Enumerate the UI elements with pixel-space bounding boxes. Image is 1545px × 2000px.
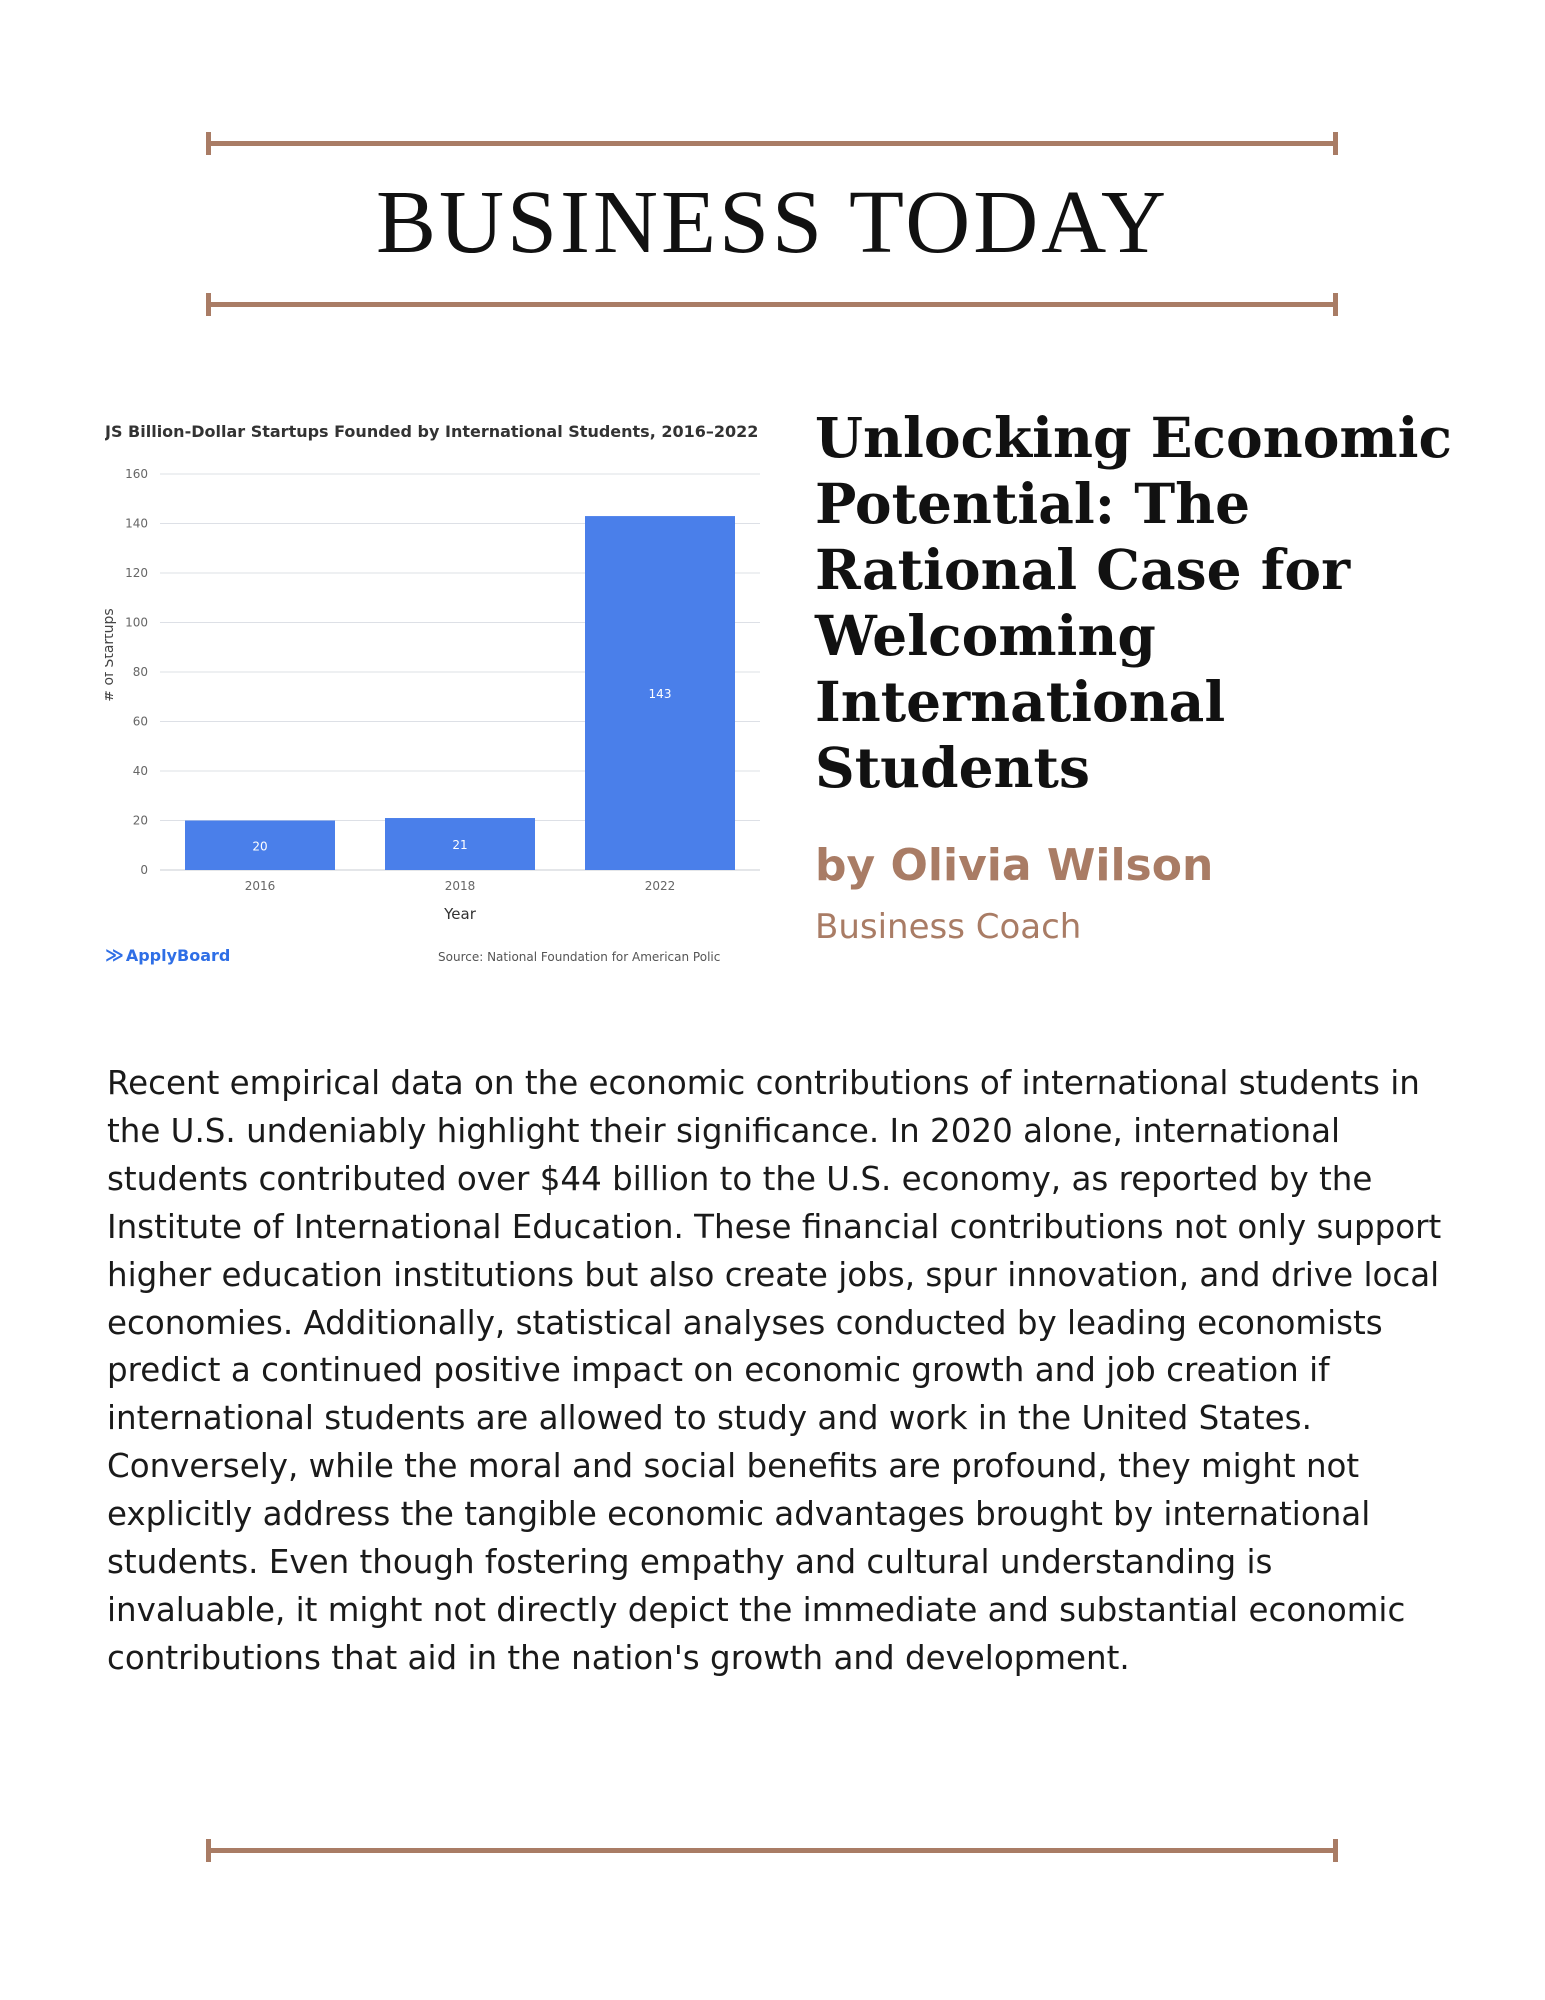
masthead-divider <box>206 293 1338 316</box>
chart-y-tick-label: 40 <box>133 764 148 778</box>
chart-y-ticks: 0 20 40 60 80 100 120 140 160 <box>125 467 148 877</box>
chart-data-label: 143 <box>649 687 672 701</box>
article-byline: by Olivia Wilson <box>815 840 1214 891</box>
chart-source: Source: National Foundation for American… <box>438 950 721 964</box>
chart-title: JS Billion-Dollar Startups Founded by In… <box>105 422 758 441</box>
author-role: Business Coach <box>815 907 1082 947</box>
chart-data-label: 21 <box>452 838 467 852</box>
chart-y-tick-label: 20 <box>133 814 148 828</box>
chart-x-axis-label: Year <box>443 905 477 923</box>
chart-x-tick-label: 2016 <box>245 879 276 893</box>
applyboard-chevron-icon: ≫ <box>105 945 124 966</box>
top-divider <box>206 132 1338 155</box>
chart-data-label: 20 <box>252 839 267 853</box>
chart-y-tick-label: 140 <box>125 517 148 531</box>
chart-y-tick-label: 0 <box>140 863 148 877</box>
article-body: Recent empirical data on the economic co… <box>107 1060 1447 1683</box>
chart-y-tick-label: 120 <box>125 566 148 580</box>
chart-y-axis-label: # of Startups <box>105 608 117 701</box>
chart-x-tick-label: 2022 <box>645 879 676 893</box>
article-headline: Unlocking Economic Potential: The Ration… <box>815 405 1452 800</box>
bottom-divider <box>206 1839 1338 1862</box>
chart-y-tick-label: 100 <box>125 616 148 630</box>
chart-y-tick-label: 80 <box>133 665 148 679</box>
article-paragraph: Recent empirical data on the economic co… <box>107 1064 1442 1438</box>
masthead-title: BUSINESS TODAY <box>375 173 1170 272</box>
startups-bar-chart: JS Billion-Dollar Startups Founded by In… <box>105 420 775 980</box>
article-paragraph: Conversely, while the moral and social b… <box>107 1447 1406 1677</box>
chart-x-ticks: 2016 2018 2022 <box>245 879 676 893</box>
chart-y-tick-label: 60 <box>133 715 148 729</box>
chart-svg: JS Billion-Dollar Startups Founded by In… <box>105 422 760 923</box>
chart-bars: 20 21 143 <box>185 516 735 870</box>
chart-x-tick-label: 2018 <box>445 879 476 893</box>
applyboard-brand-label: ApplyBoard <box>125 946 231 965</box>
chart-y-tick-label: 160 <box>125 467 148 481</box>
applyboard-logo: ≫ ApplyBoard <box>105 945 230 966</box>
